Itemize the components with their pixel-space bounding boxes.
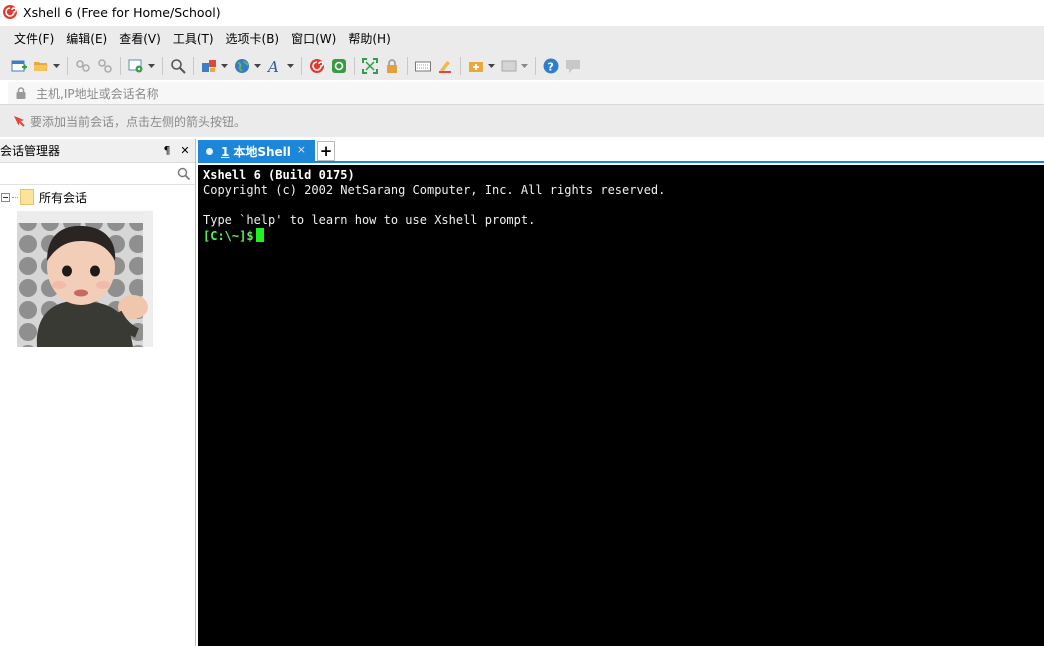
toolbar-separator	[67, 57, 68, 75]
tree-item-label: 所有会话	[39, 190, 88, 205]
fullscreen-icon[interactable]	[360, 56, 380, 76]
session-search-input[interactable]	[0, 164, 177, 183]
transfer-icon[interactable]	[199, 56, 219, 76]
toolbar-separator	[407, 57, 408, 75]
svg-text:?: ?	[548, 61, 554, 74]
tab-close-icon[interactable]: ×	[297, 143, 306, 156]
tab-number: 1	[221, 144, 230, 159]
toolbar-separator	[162, 57, 163, 75]
terminal-line: Xshell 6 (Build 0175)	[203, 168, 355, 182]
terminal-line: Copyright (c) 2002 NetSarang Computer, I…	[203, 183, 666, 197]
new-tab-button[interactable]: +	[317, 141, 335, 161]
toolbar-separator	[460, 57, 461, 75]
find-icon[interactable]	[168, 56, 188, 76]
session-search-row	[0, 163, 195, 185]
disconnect-icon[interactable]	[95, 56, 115, 76]
session-manager-pane: 会话管理器 ¶ ✕ 所有会话	[0, 139, 196, 646]
properties-dropdown-icon[interactable]	[147, 56, 155, 76]
hint-bar: 要添加当前会话，点击左侧的箭头按钮。	[0, 105, 1044, 137]
properties-icon[interactable]	[126, 56, 146, 76]
xshell-logo-icon	[3, 5, 17, 19]
connect-icon[interactable]	[73, 56, 93, 76]
session-manager-header: 会话管理器 ¶ ✕	[0, 139, 195, 163]
menu-tabs[interactable]: 选项卡(B)	[220, 28, 286, 50]
layout-dropdown-icon[interactable]	[520, 56, 528, 76]
layout-icon[interactable]	[499, 56, 519, 76]
folder-icon	[20, 189, 34, 205]
keyboard-icon[interactable]	[413, 56, 433, 76]
open-folder-icon[interactable]	[31, 56, 51, 76]
menu-window[interactable]: 窗口(W)	[285, 28, 342, 50]
terminal-line: Type `help' to learn how to use Xshell p…	[203, 213, 536, 227]
add-tab-dropdown-icon[interactable]	[487, 56, 495, 76]
title-bar: Xshell 6 (Free for Home/School)	[0, 0, 1044, 24]
window-title: Xshell 6 (Free for Home/School)	[23, 4, 221, 20]
address-bar[interactable]: 主机,IP地址或会话名称	[8, 82, 1044, 104]
close-icon[interactable]: ✕	[177, 143, 193, 159]
add-tab-icon[interactable]	[466, 56, 486, 76]
address-input[interactable]: 主机,IP地址或会话名称	[36, 85, 159, 102]
toolbar-separator	[535, 57, 536, 75]
toolbar-separator	[193, 57, 194, 75]
open-dropdown-icon[interactable]	[52, 56, 60, 76]
toolbar-separator	[120, 57, 121, 75]
lock-icon[interactable]	[382, 56, 402, 76]
menu-help[interactable]: 帮助(H)	[342, 28, 396, 50]
tab-bar: 1 本地Shell × +	[198, 139, 1044, 163]
menu-bar: 文件(F) 编辑(E) 查看(V) 工具(T) 选项卡(B) 窗口(W) 帮助(…	[0, 26, 1044, 52]
xftp-icon[interactable]	[329, 56, 349, 76]
baby-photo-image	[17, 211, 153, 347]
help-icon[interactable]: ?	[541, 56, 561, 76]
terminal-cursor	[255, 228, 264, 242]
toolbar: A ?	[0, 52, 1044, 80]
highlight-icon[interactable]	[435, 56, 455, 76]
connection-status-dot-icon	[206, 148, 213, 155]
menu-tools[interactable]: 工具(T)	[167, 28, 220, 50]
transfer-dropdown-icon[interactable]	[220, 56, 228, 76]
tree-item-all-sessions[interactable]: 所有会话	[0, 186, 195, 208]
toolbar-separator	[301, 57, 302, 75]
svg-text:A: A	[267, 58, 279, 74]
menu-view[interactable]: 查看(V)	[113, 28, 167, 50]
search-icon[interactable]	[177, 167, 191, 181]
session-manager-title: 会话管理器	[0, 144, 61, 158]
globe-icon[interactable]	[232, 56, 252, 76]
tab-local-shell[interactable]: 1 本地Shell ×	[198, 140, 315, 163]
new-session-icon[interactable]	[9, 56, 29, 76]
font-dropdown-icon[interactable]	[286, 56, 294, 76]
terminal-prompt: [C:\~]$	[203, 229, 254, 243]
hint-text: 要添加当前会话，点击左侧的箭头按钮。	[30, 114, 247, 129]
add-session-arrow-icon[interactable]	[12, 114, 26, 128]
toolbar-separator	[354, 57, 355, 75]
xshell-icon[interactable]	[307, 56, 327, 76]
terminal-prompt-line: [C:\~]$	[203, 228, 1044, 243]
menu-file[interactable]: 文件(F)	[8, 28, 60, 50]
globe-dropdown-icon[interactable]	[253, 56, 261, 76]
tree-connector	[12, 196, 18, 198]
collapse-icon[interactable]	[1, 192, 10, 202]
font-icon[interactable]: A	[265, 56, 285, 76]
terminal-area[interactable]: Xshell 6 (Build 0175) Copyright (c) 2002…	[198, 165, 1044, 646]
chat-icon[interactable]	[563, 56, 583, 76]
pin-icon[interactable]: ¶	[159, 143, 175, 159]
menu-edit[interactable]: 编辑(E)	[60, 28, 113, 50]
tab-label: 本地Shell	[233, 145, 291, 159]
lock-icon	[16, 87, 26, 99]
